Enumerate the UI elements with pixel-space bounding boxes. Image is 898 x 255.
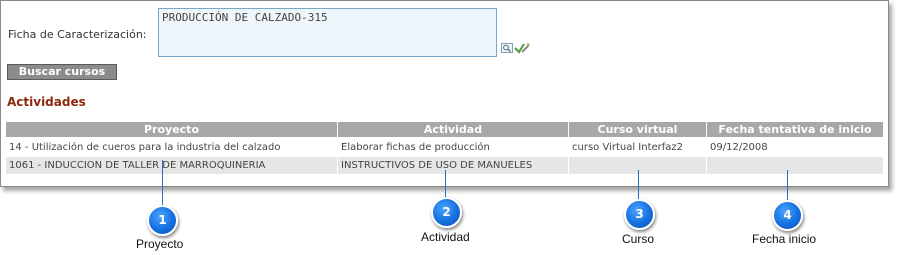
callout-caption-1: Proyecto bbox=[136, 237, 184, 251]
callout-badge-2: 2 bbox=[431, 197, 462, 228]
callout-caption-2: Actividad bbox=[421, 230, 470, 244]
column-header-fecha[interactable]: Fecha tentativa de inicio bbox=[707, 122, 883, 137]
callout-badge-1: 1 bbox=[147, 205, 178, 236]
check-pencil-icon[interactable] bbox=[514, 41, 530, 55]
column-header-actividad[interactable]: Actividad bbox=[338, 122, 568, 137]
table-cell[interactable]: 09/12/2008 bbox=[707, 139, 883, 156]
search-courses-button[interactable]: Buscar cursos bbox=[7, 64, 117, 80]
column-header-curso-virtual[interactable]: Curso virtual bbox=[569, 122, 706, 137]
callout-line bbox=[162, 160, 163, 205]
ficha-label: Ficha de Caracterización: bbox=[8, 28, 147, 41]
ficha-field[interactable]: PRODUCCIÓN DE CALZADO-315 bbox=[158, 8, 497, 57]
section-title: Actividades bbox=[7, 95, 86, 109]
callout-caption-3: Curso bbox=[622, 232, 655, 246]
table-cell[interactable] bbox=[707, 157, 883, 174]
form-panel: Ficha de Caracterización: PRODUCCIÓN DE … bbox=[0, 0, 889, 187]
table-cell[interactable]: INSTRUCTIVOS DE USO DE MANUELES bbox=[338, 157, 568, 174]
magnifier-icon[interactable] bbox=[501, 43, 513, 53]
callout-badge-4: 4 bbox=[772, 200, 803, 231]
callout-badge-3: 3 bbox=[624, 199, 655, 230]
callout-line bbox=[445, 170, 446, 200]
table-cell[interactable]: 1061 - INDUCCION DE TALLER DE MARROQUINE… bbox=[6, 157, 337, 174]
column-header-proyecto[interactable]: Proyecto bbox=[6, 122, 337, 137]
callout-caption-4: Fecha inicio bbox=[752, 232, 817, 246]
callout-line bbox=[787, 170, 788, 200]
callout-line bbox=[638, 170, 639, 200]
table-cell[interactable]: Elaborar fichas de producción bbox=[338, 139, 568, 156]
table-cell[interactable]: 14 - Utilización de cueros para la indus… bbox=[6, 139, 337, 156]
table-cell[interactable]: curso Virtual Interfaz2 bbox=[569, 139, 706, 156]
